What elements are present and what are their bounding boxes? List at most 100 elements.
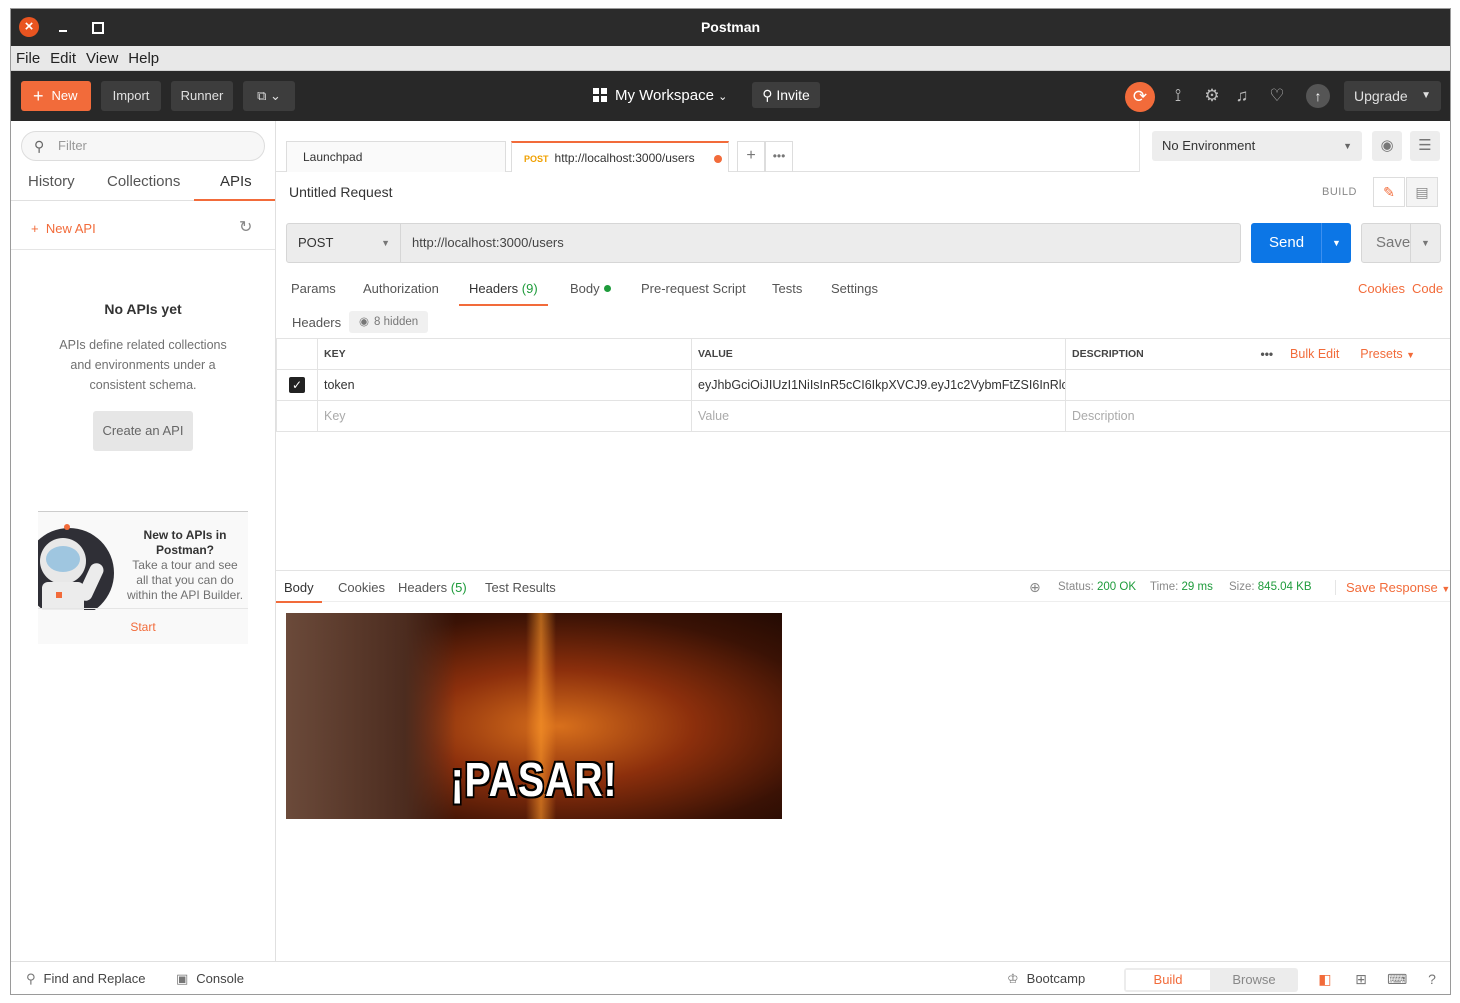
globe-icon[interactable]: ⊕ xyxy=(1029,579,1041,596)
menu-edit[interactable]: Edit xyxy=(45,46,81,67)
empty-description: APIs define related collections and envi… xyxy=(59,338,227,392)
response-tab-body[interactable]: Body xyxy=(276,580,322,603)
console-button[interactable]: ▣ Console xyxy=(176,971,244,987)
cookies-link[interactable]: Cookies xyxy=(1358,281,1405,296)
status-bar: ⚲ Find and Replace ▣ Console ♔ Bootcamp Bui… xyxy=(11,961,1450,994)
checkbox[interactable]: ✓ xyxy=(289,377,305,393)
body-tab-label: Body xyxy=(570,281,600,296)
menu-view[interactable]: View xyxy=(81,46,123,67)
menu-file[interactable]: File xyxy=(11,46,45,67)
hidden-headers-toggle[interactable]: ◉ 8 hidden xyxy=(349,311,429,333)
time-label: Time: xyxy=(1150,581,1179,593)
menu-help[interactable]: Help xyxy=(123,46,164,67)
code-link[interactable]: Code xyxy=(1412,281,1443,296)
search-icon: ⚲ xyxy=(34,138,45,154)
tab-headers[interactable]: Headers (9) xyxy=(459,281,548,306)
response-tab-headers[interactable]: Headers (5) xyxy=(398,580,467,603)
tab-collections[interactable]: Collections xyxy=(107,173,180,201)
more-icon[interactable]: ••• xyxy=(765,141,793,172)
sliders-icon[interactable]: ☰ xyxy=(1410,131,1440,161)
add-tab-button[interactable]: + xyxy=(737,141,765,172)
sync-icon[interactable]: ⟳ xyxy=(1125,82,1155,112)
response-tab-cookies[interactable]: Cookies xyxy=(338,580,385,603)
table-actions: ••• Bulk Edit Presets ▼ xyxy=(1254,338,1450,370)
heart-icon[interactable]: ♡ xyxy=(1265,84,1289,108)
tab-body[interactable]: Body xyxy=(570,281,611,306)
astronaut-illustration xyxy=(38,524,114,610)
tab-launchpad[interactable]: Launchpad xyxy=(286,141,506,172)
description-cell[interactable] xyxy=(1065,369,1450,401)
plus-icon: + xyxy=(31,221,39,236)
pencil-icon[interactable]: ✎ xyxy=(1373,177,1405,207)
url-input[interactable]: http://localhost:3000/users xyxy=(401,223,1241,263)
method-label: POST xyxy=(298,235,334,250)
save-button[interactable]: Save ▼ xyxy=(1361,223,1441,263)
help-icon[interactable]: ? xyxy=(1422,969,1442,989)
headers-label: Headers xyxy=(292,315,342,330)
import-button[interactable]: Import xyxy=(101,81,161,111)
new-api-label: New API xyxy=(45,221,96,236)
tab-params[interactable]: Params xyxy=(291,281,336,306)
tab-settings[interactable]: Settings xyxy=(831,281,878,306)
value-input[interactable]: Value xyxy=(691,400,1066,432)
browse-mode-button[interactable]: Browse xyxy=(1212,970,1296,990)
time-value: 29 ms xyxy=(1181,581,1213,593)
response-tab-tests[interactable]: Test Results xyxy=(485,580,556,603)
tab-history[interactable]: History xyxy=(28,173,75,201)
save-response-button[interactable]: Save Response ▼ xyxy=(1335,580,1450,595)
caret-down-icon[interactable]: ▼ xyxy=(1410,224,1440,262)
send-button[interactable]: Send ▼ xyxy=(1251,223,1351,263)
search-icon: ⚲ xyxy=(26,971,36,986)
value-cell[interactable]: eyJhbGciOiJIUzI1NiIsInR5cCI6IkpXVCJ9.eyJ… xyxy=(691,369,1066,401)
key-cell[interactable]: token xyxy=(317,369,692,401)
create-api-button[interactable]: Create an API xyxy=(93,411,193,451)
bulk-edit-link[interactable]: Bulk Edit xyxy=(1290,347,1339,361)
row-checkbox-cell xyxy=(276,400,318,432)
tab-prerequest[interactable]: Pre-request Script xyxy=(641,281,746,306)
three-pane-icon[interactable]: ⊞ xyxy=(1351,969,1371,989)
new-window-button[interactable]: ⧉ ⌄ xyxy=(243,81,295,111)
environment-select[interactable]: No Environment ▼ xyxy=(1152,131,1362,161)
runner-button[interactable]: Runner xyxy=(171,81,233,111)
invite-button[interactable]: ⚲ Invite xyxy=(752,82,820,108)
tab-tests[interactable]: Tests xyxy=(772,281,802,306)
start-tour-button[interactable]: Start xyxy=(38,608,248,644)
card-title: New to APIs in Postman? xyxy=(143,528,227,557)
invite-label: Invite xyxy=(776,87,810,103)
headers-table: KEY VALUE DESCRIPTION ••• Bulk Edit Pres… xyxy=(276,338,1450,432)
more-icon[interactable]: ••• xyxy=(1261,347,1274,361)
headers-count: (9) xyxy=(521,281,538,296)
console-label: Console xyxy=(196,971,244,986)
presets-dropdown[interactable]: Presets ▼ xyxy=(1360,347,1415,361)
caret-down-icon[interactable]: ▼ xyxy=(1321,223,1351,263)
sidebar-tabs: History Collections APIs xyxy=(11,173,276,201)
new-api-button[interactable]: + New API xyxy=(31,221,96,236)
upgrade-button[interactable]: Upgrade ▼ xyxy=(1344,81,1441,111)
key-input[interactable]: Key xyxy=(317,400,692,432)
eye-icon[interactable]: ◉ xyxy=(1372,131,1402,161)
tab-authorization[interactable]: Authorization xyxy=(363,281,439,306)
comment-icon[interactable]: ▤ xyxy=(1406,177,1438,207)
tab-apis[interactable]: APIs xyxy=(194,173,275,201)
caret-down-icon: ▼ xyxy=(381,238,390,248)
tab-request[interactable]: POST http://localhost:3000/users xyxy=(511,141,729,172)
refresh-icon[interactable]: ↻ xyxy=(239,217,252,237)
filter-input[interactable]: ⚲ Filter xyxy=(21,131,265,161)
two-pane-icon[interactable]: ◧ xyxy=(1315,969,1335,989)
caret-down-icon: ▼ xyxy=(1421,90,1431,101)
find-replace-button[interactable]: ⚲ Find and Replace xyxy=(26,971,145,987)
method-select[interactable]: POST ▼ xyxy=(286,223,401,263)
grid-icon xyxy=(593,88,607,102)
bootcamp-button[interactable]: ♔ Bootcamp xyxy=(1007,971,1085,987)
workspace-selector[interactable]: My Workspace ⌄ xyxy=(593,81,727,111)
divider xyxy=(11,249,275,250)
build-mode-button[interactable]: Build xyxy=(1126,970,1210,990)
new-button[interactable]: + New xyxy=(21,81,91,111)
keyboard-icon[interactable]: ⌨ xyxy=(1387,969,1407,989)
satellite-icon[interactable]: ⟟ xyxy=(1166,84,1190,108)
gear-icon[interactable]: ⚙ xyxy=(1200,84,1224,108)
avatar[interactable]: ↑ xyxy=(1306,84,1330,108)
window-title: Postman xyxy=(700,19,761,35)
description-input[interactable]: Description xyxy=(1065,400,1450,432)
bell-icon[interactable]: ♫ xyxy=(1230,84,1254,108)
